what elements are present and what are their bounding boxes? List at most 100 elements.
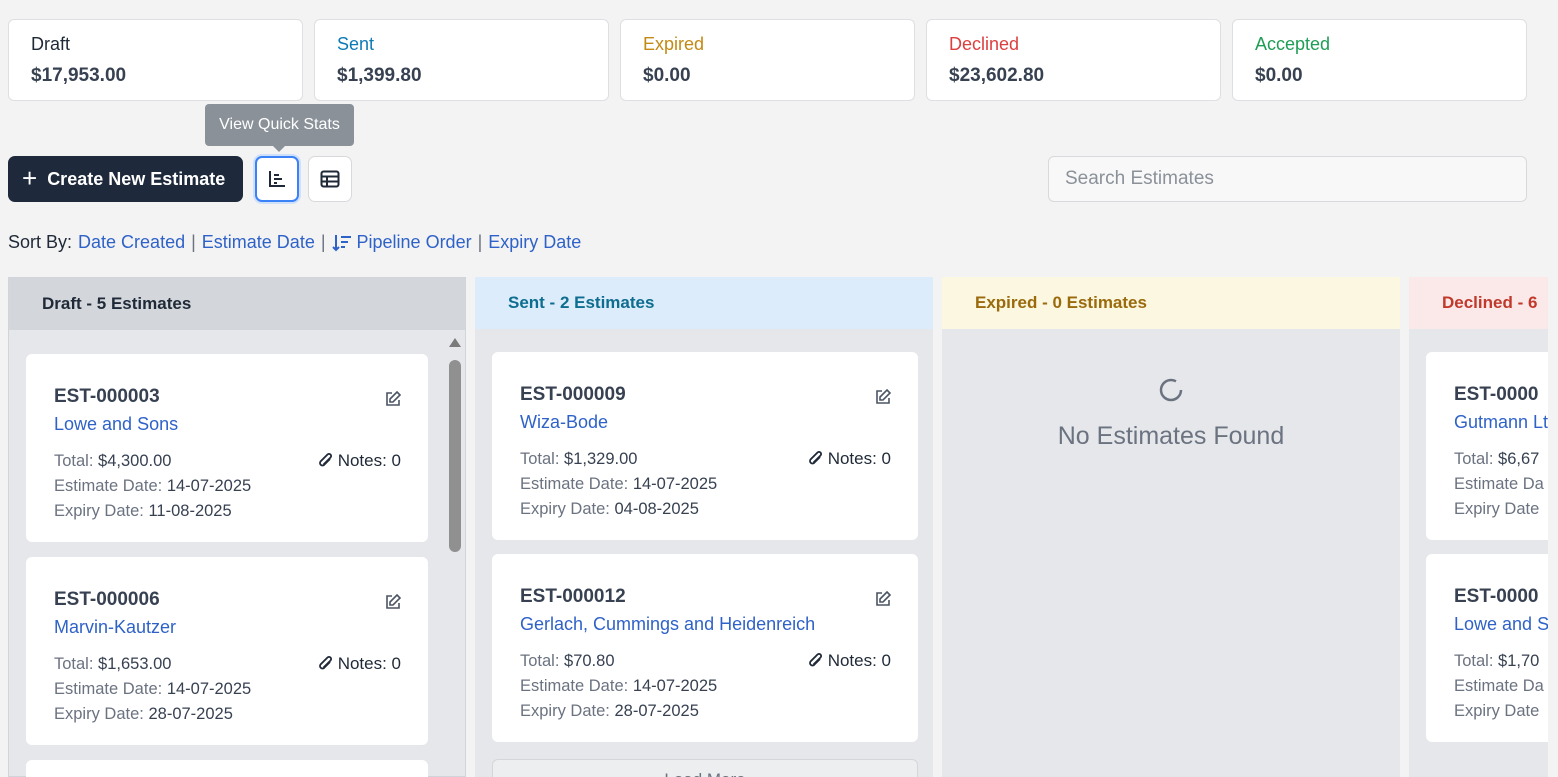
client-link[interactable]: Marvin-Kautzer [54, 617, 176, 638]
stat-amount-expired: $0.00 [643, 65, 691, 86]
total-label: Total: [54, 452, 94, 470]
expiry-date-label: Expiry Date [1454, 500, 1540, 518]
total-value: $1,329.00 [564, 450, 638, 468]
total-label: Total: [1454, 652, 1494, 670]
estimate-meta: Total: $70.80 Estimate Date: 14-07-2025 … [520, 649, 717, 724]
stat-amount-sent: $1,399.80 [337, 65, 422, 86]
stat-label-sent: Sent [337, 34, 375, 54]
column-scrollbar[interactable] [447, 332, 463, 777]
estimate-number: EST-000003 [54, 386, 160, 407]
expiry-date-label: Expiry Date: [520, 500, 610, 518]
estimate-card[interactable]: EST-0000 Gutmann Lt Total: $6,67 Estimat… [1426, 352, 1548, 540]
estimate-date-value: 14-07-2025 [166, 680, 252, 698]
estimate-meta: Total: $1,329.00 Estimate Date: 14-07-20… [520, 447, 717, 522]
stat-card-draft: Draft $17,953.00 [8, 19, 303, 101]
estimate-date-label: Estimate Date: [520, 677, 629, 695]
estimate-date-label: Estimate Date: [54, 680, 163, 698]
stat-card-expired: Expired $0.00 [620, 19, 915, 101]
stat-label-draft: Draft [31, 34, 71, 54]
expiry-date-label: Expiry Date: [54, 705, 144, 723]
stat-card-sent: Sent $1,399.80 [314, 19, 609, 101]
estimate-card[interactable]: EST-000003 Lowe and Sons Total: $4,300.0… [26, 354, 428, 542]
sort-pipeline-order-link[interactable]: Pipeline Order [331, 232, 472, 253]
loading-spinner-icon [1159, 378, 1183, 402]
client-link[interactable]: Wiza-Bode [520, 412, 608, 433]
notes-count: Notes: 0 [827, 449, 891, 468]
estimate-card[interactable]: EST-0000 Lowe and S Total: $1,70 Estimat… [1426, 554, 1548, 742]
bar-chart-icon [269, 171, 285, 187]
quick-stats-button[interactable] [255, 156, 299, 202]
stat-label-accepted: Accepted [1255, 34, 1331, 54]
client-link[interactable]: Lowe and S [1454, 614, 1548, 635]
column-sent-header: Sent - 2 Estimates [475, 277, 933, 329]
scrollbar-thumb[interactable] [449, 360, 461, 552]
total-value: $1,70 [1498, 652, 1540, 670]
estimate-number: EST-0000 [1454, 384, 1539, 405]
total-label: Total: [1454, 450, 1494, 468]
column-draft: Draft - 5 Estimates EST-000003 Lowe and … [8, 277, 466, 777]
stat-card-declined: Declined $23,602.80 [926, 19, 1221, 101]
expiry-date-value: 11-08-2025 [148, 502, 232, 520]
edit-icon[interactable] [874, 388, 892, 406]
column-draft-header: Draft - 5 Estimates [9, 278, 465, 330]
table-view-button[interactable] [308, 156, 352, 202]
notes-indicator[interactable]: Notes: 0 [318, 654, 401, 674]
expiry-date-value: 28-07-2025 [614, 702, 699, 720]
notes-indicator[interactable]: Notes: 0 [318, 451, 401, 471]
sort-estimate-date-link[interactable]: Estimate Date [202, 232, 315, 253]
create-new-estimate-label: Create New Estimate [47, 168, 226, 189]
estimate-date-label: Estimate Date: [54, 477, 163, 495]
estimate-date-value: 14-07-2025 [632, 475, 718, 493]
sort-descending-icon [331, 234, 351, 251]
sort-date-created-link[interactable]: Date Created [78, 232, 185, 253]
total-label: Total: [520, 652, 560, 670]
expiry-date-value: 28-07-2025 [148, 705, 233, 723]
sort-separator: | [191, 232, 196, 252]
empty-state: No Estimates Found [942, 377, 1400, 451]
estimate-number: EST-000012 [520, 586, 626, 607]
estimate-number: EST-0000 [1454, 586, 1539, 607]
client-link[interactable]: Gutmann Lt [1454, 412, 1548, 433]
expiry-date-value: 04-08-2025 [614, 500, 699, 518]
notes-indicator[interactable]: Notes: 0 [808, 651, 891, 671]
estimate-date-label: Estimate Da [1454, 677, 1544, 695]
client-link[interactable]: Gerlach, Cummings and Heidenreich [520, 614, 815, 635]
table-icon [320, 170, 340, 188]
column-sent: Sent - 2 Estimates EST-000009 Wiza-Bode … [475, 277, 933, 777]
stat-amount-draft: $17,953.00 [31, 65, 127, 86]
estimate-date-label: Estimate Da [1454, 475, 1544, 493]
edit-icon[interactable] [384, 390, 402, 408]
total-value: $1,653.00 [98, 655, 172, 673]
create-new-estimate-button[interactable]: + Create New Estimate [8, 156, 243, 202]
expiry-date-label: Expiry Date [1454, 702, 1540, 720]
paperclip-icon [318, 453, 332, 467]
total-value: $4,300.00 [98, 452, 172, 470]
paperclip-icon [808, 653, 822, 667]
total-label: Total: [54, 655, 94, 673]
stat-label-declined: Declined [949, 34, 1020, 54]
estimate-card[interactable]: EST-000006 Marvin-Kautzer Total: $1,653.… [26, 557, 428, 745]
notes-indicator[interactable]: Notes: 0 [808, 449, 891, 469]
estimate-date-value: 14-07-2025 [166, 477, 252, 495]
sort-expiry-date-link[interactable]: Expiry Date [488, 232, 581, 253]
expiry-date-label: Expiry Date: [54, 502, 144, 520]
edit-icon[interactable] [384, 593, 402, 611]
load-more-button[interactable]: Load More [492, 759, 918, 777]
edit-icon[interactable] [874, 590, 892, 608]
client-link[interactable]: Lowe and Sons [54, 414, 178, 435]
estimate-meta: Total: $6,67 Estimate Da Expiry Date [1454, 447, 1544, 522]
paperclip-icon [318, 656, 332, 670]
estimate-card[interactable]: EST-000009 Wiza-Bode Total: $1,329.00 Es… [492, 352, 918, 540]
estimate-meta: Total: $4,300.00 Estimate Date: 14-07-20… [54, 449, 251, 524]
notes-count: Notes: 0 [337, 451, 401, 470]
stat-card-accepted: Accepted $0.00 [1232, 19, 1527, 101]
search-estimates-input[interactable] [1048, 156, 1527, 202]
total-label: Total: [520, 450, 560, 468]
column-expired-header: Expired - 0 Estimates [942, 277, 1400, 329]
estimate-meta: Total: $1,70 Estimate Da Expiry Date [1454, 649, 1544, 724]
scroll-up-arrow-icon[interactable] [449, 338, 461, 347]
estimate-number: EST-000006 [54, 589, 160, 610]
estimate-card[interactable]: EST-000012 Gerlach, Cummings and Heidenr… [492, 554, 918, 742]
estimate-card[interactable] [26, 760, 428, 777]
column-expired: Expired - 0 Estimates No Estimates Found [942, 277, 1400, 777]
